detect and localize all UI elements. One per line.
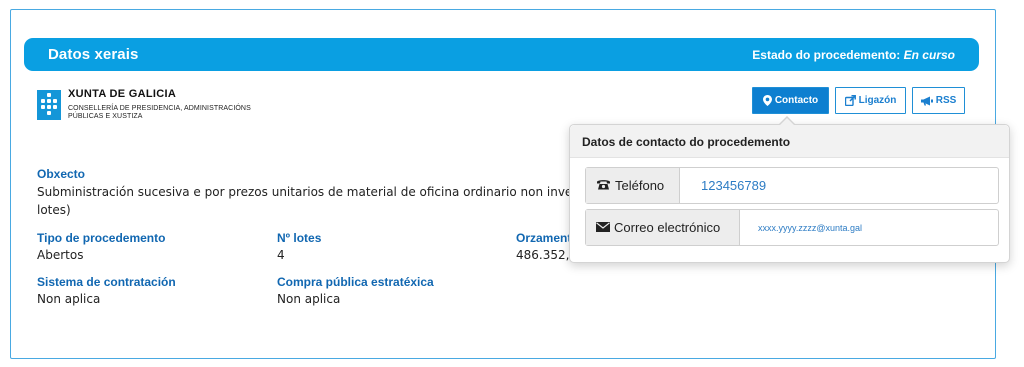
tipo-procedemento-value: Abertos [37, 248, 84, 262]
logo-subtitle: CONSELLERÍA DE PRESIDENCIA, ADMINISTRACI… [68, 105, 251, 120]
logo-title: XUNTA DE GALICIA [68, 88, 177, 100]
status-value: En curso [903, 48, 955, 62]
compra-publica-value: Non aplica [277, 292, 341, 306]
contact-button[interactable]: Contacto [752, 87, 829, 114]
phone-label: Teléfono [615, 178, 665, 193]
envelope-icon [596, 220, 610, 235]
phone-value[interactable]: 123456789 [701, 168, 766, 203]
phone-icon [596, 178, 611, 193]
num-lotes-value: 4 [277, 248, 285, 262]
phone-row: Teléfono 123456789 [585, 167, 999, 204]
rss-button-label: RSS [935, 95, 957, 106]
obxecto-value-line2: lotes) [37, 203, 71, 217]
email-label: Correo electrónico [614, 220, 721, 235]
panel-header: Datos xerais Estado do procedemento: En … [24, 38, 979, 71]
xunta-logo: XUNTA DE GALICIA CONSELLERÍA DE PRESIDEN… [37, 88, 251, 148]
phone-key: Teléfono [586, 168, 680, 203]
sistema-contratacion-value: Non aplica [37, 292, 101, 306]
procedure-status: Estado do procedemento: En curso [752, 48, 955, 62]
link-button[interactable]: Ligazón [835, 87, 906, 114]
link-button-label: Ligazón [858, 95, 897, 106]
xunta-emblem-icon [37, 90, 61, 120]
obxecto-label: Obxecto [37, 167, 86, 181]
popover-arrow-fill [780, 118, 794, 125]
num-lotes-label: Nº lotes [277, 231, 322, 245]
map-marker-icon [762, 95, 772, 106]
compra-publica-label: Compra pública estratéxica [277, 275, 434, 289]
email-row: Correo electrónico xxxx.yyyy.zzzz@xunta.… [585, 209, 999, 246]
panel-title: Datos xerais [48, 46, 139, 63]
rss-button[interactable]: RSS [912, 87, 965, 114]
contact-popover: Datos de contacto do procedemento Teléfo… [569, 124, 1010, 263]
orzamento-value: 486.352, [516, 248, 570, 262]
tipo-procedemento-label: Tipo de procedemento [37, 231, 166, 245]
email-key: Correo electrónico [586, 210, 740, 245]
status-label: Estado do procedemento: [752, 48, 901, 62]
email-value[interactable]: xxxx.yyyy.zzzz@xunta.gal [758, 210, 862, 245]
megaphone-icon [920, 96, 933, 106]
contact-button-label: Contacto [774, 95, 819, 106]
popover-title: Datos de contacto do procedemento [582, 135, 791, 149]
obxecto-value-line1: Subministración sucesiva e por prezos un… [37, 185, 573, 199]
orzamento-label: Orzament [516, 231, 572, 245]
sistema-contratacion-label: Sistema de contratación [37, 275, 176, 289]
popover-header: Datos de contacto do procedemento [570, 125, 1009, 158]
external-link-icon [844, 95, 856, 106]
